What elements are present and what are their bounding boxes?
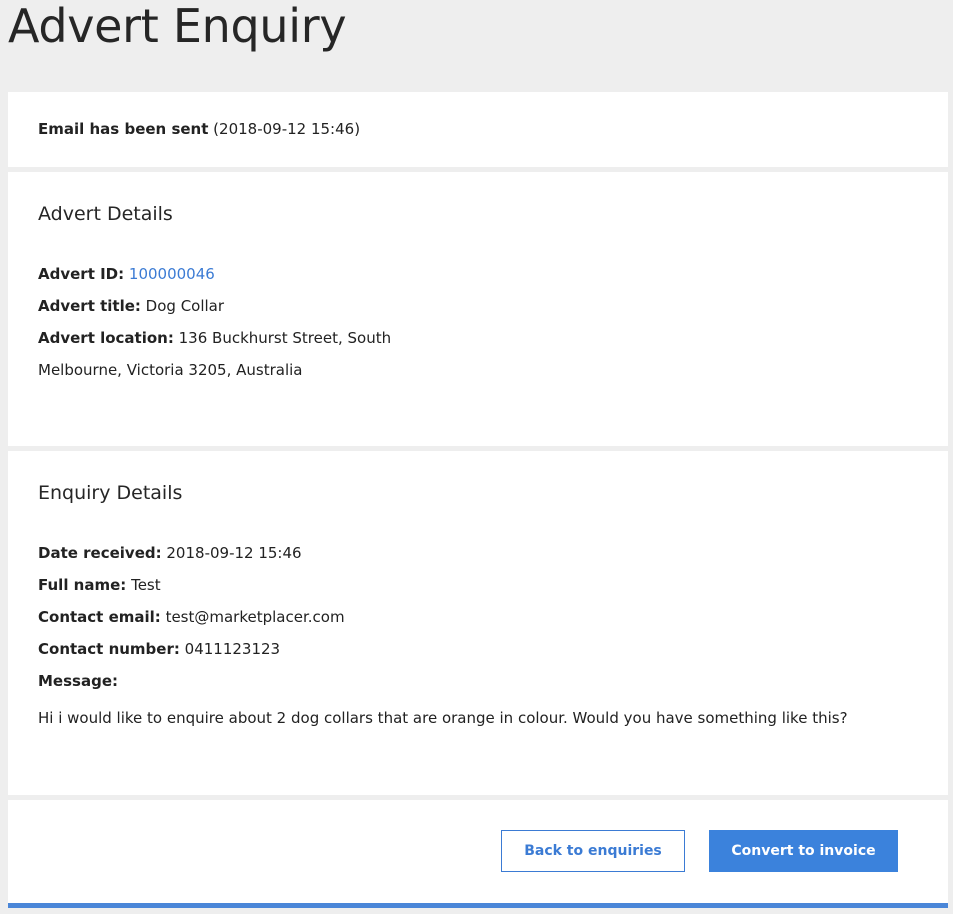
full-name-value: Test — [131, 576, 161, 594]
advert-location-label: Advert location: — [38, 329, 174, 347]
date-received-label: Date received: — [38, 544, 162, 562]
advert-details-card: Advert Details Advert ID: 100000046 Adve… — [8, 172, 948, 446]
advert-details-heading: Advert Details — [38, 203, 173, 225]
contact-number-row: Contact number: 0411123123 — [38, 633, 918, 665]
enquiry-details-heading: Enquiry Details — [38, 482, 183, 504]
email-status-card: Email has been sent (2018-09-12 15:46) — [8, 92, 948, 167]
full-name-label: Full name: — [38, 576, 127, 594]
message-row: Message: — [38, 665, 918, 697]
advert-title-label: Advert title: — [38, 297, 141, 315]
contact-email-value: test@marketplacer.com — [165, 608, 345, 626]
advert-id-row: Advert ID: 100000046 — [38, 258, 918, 290]
contact-email-label: Contact email: — [38, 608, 161, 626]
email-status-timestamp: (2018-09-12 15:46) — [213, 120, 361, 138]
enquiry-details-list: Date received: 2018-09-12 15:46 Full nam… — [38, 537, 918, 729]
contact-number-label: Contact number: — [38, 640, 180, 658]
email-status-label: Email has been sent — [38, 120, 209, 138]
actions-card: Back to enquiries Convert to invoice — [8, 800, 948, 908]
email-status: Email has been sent (2018-09-12 15:46) — [38, 119, 360, 139]
advert-id-label: Advert ID: — [38, 265, 125, 283]
advert-title-row: Advert title: Dog Collar — [38, 290, 918, 322]
date-received-value: 2018-09-12 15:46 — [166, 544, 302, 562]
message-text: Hi i would like to enquire about 2 dog c… — [38, 709, 848, 727]
date-received-row: Date received: 2018-09-12 15:46 — [38, 537, 918, 569]
advert-location-row: Advert location: 136 Buckhurst Street, S… — [38, 322, 478, 386]
back-to-enquiries-button[interactable]: Back to enquiries — [501, 830, 685, 872]
full-name-row: Full name: Test — [38, 569, 918, 601]
convert-to-invoice-button[interactable]: Convert to invoice — [709, 830, 898, 872]
contact-email-row: Contact email: test@marketplacer.com — [38, 601, 918, 633]
advert-details-list: Advert ID: 100000046 Advert title: Dog C… — [38, 258, 918, 386]
enquiry-details-card: Enquiry Details Date received: 2018-09-1… — [8, 451, 948, 795]
page-title: Advert Enquiry — [8, 0, 347, 53]
advert-id-link[interactable]: 100000046 — [129, 265, 215, 283]
advert-title-value: Dog Collar — [145, 297, 225, 315]
contact-number-value: 0411123123 — [184, 640, 281, 658]
message-label: Message: — [38, 672, 118, 690]
